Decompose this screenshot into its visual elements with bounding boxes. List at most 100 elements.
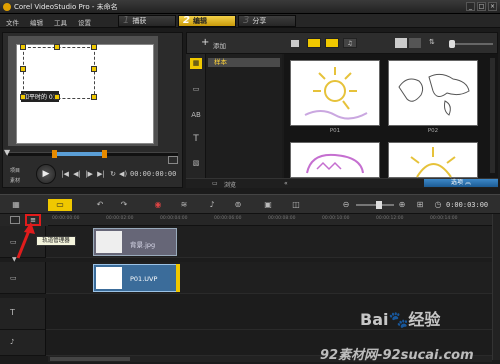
menu-edit[interactable]: 编辑 xyxy=(30,17,43,27)
undo-icon[interactable]: ↶ xyxy=(94,199,106,211)
title-category-icon[interactable]: T xyxy=(190,134,202,145)
redo-icon[interactable]: ↷ xyxy=(118,199,130,211)
video-filter-icon[interactable] xyxy=(307,38,321,48)
volume-icon[interactable]: ◀) xyxy=(118,169,128,179)
library-scrollbar[interactable] xyxy=(490,58,495,173)
preview-scrubber[interactable] xyxy=(6,150,178,158)
tab-capture[interactable]: 1 捕获 xyxy=(118,15,176,27)
thumb-size-slider[interactable] xyxy=(449,43,493,45)
repeat-icon[interactable]: ↻ xyxy=(108,169,118,179)
thumb-caption: P02 xyxy=(427,128,439,134)
home-button[interactable]: |◀ xyxy=(60,169,70,179)
resize-handle[interactable] xyxy=(91,66,97,72)
mark-in-handle[interactable] xyxy=(52,150,57,158)
clip-label: 背景.jpg xyxy=(130,241,156,249)
play-button[interactable]: ▶ xyxy=(36,164,56,184)
image-filter-icon[interactable] xyxy=(325,38,339,48)
collapse-icon[interactable]: « xyxy=(284,180,288,187)
resize-handle[interactable] xyxy=(20,66,26,72)
transport-controls: 项目 素材 ▶ |◀ ◀| |▶ ▶| ↻ ◀) 00:00:00:00 xyxy=(6,164,181,184)
mark-out-handle[interactable] xyxy=(102,150,107,158)
title-track-icon[interactable]: T xyxy=(10,308,15,317)
resize-handle[interactable] xyxy=(20,44,26,50)
zoom-out-icon[interactable]: ⊖ xyxy=(340,199,352,211)
ruler-tick: 00:00:14:00 xyxy=(430,216,458,221)
clock-icon: ◷ xyxy=(434,200,442,209)
folder-item-sample[interactable]: 样本 xyxy=(208,58,280,67)
menu-settings[interactable]: 设置 xyxy=(78,17,91,27)
sort-icon[interactable]: ⇅ xyxy=(429,38,435,46)
menu-tools[interactable]: 工具 xyxy=(54,17,67,27)
menu-file[interactable]: 文件 xyxy=(6,17,19,27)
storyboard-view-icon[interactable]: ▦ xyxy=(10,199,22,211)
world-map-image xyxy=(398,73,470,116)
browse-icon[interactable]: ▭ xyxy=(212,180,218,187)
overlay-track-lane[interactable]: P01.UVP xyxy=(46,262,492,294)
scroll-thumb[interactable] xyxy=(50,357,130,361)
playhead-icon[interactable]: ▼ xyxy=(4,148,10,157)
timeline-zoom-knob[interactable] xyxy=(376,201,382,209)
audio-track-icon[interactable]: ♪ xyxy=(10,338,14,346)
timeline-view-icon[interactable]: ▭ xyxy=(48,199,72,211)
clip-label: P01.UVP xyxy=(130,275,158,283)
sound-mixer-icon[interactable]: ≋ xyxy=(178,199,190,211)
motion-tracking-icon[interactable]: ⊚ xyxy=(232,199,244,211)
resize-handle[interactable] xyxy=(91,94,97,100)
record-capture-icon[interactable]: ◉ xyxy=(152,199,164,211)
zoom-in-icon[interactable]: ⊕ xyxy=(396,199,408,211)
video-clip[interactable]: 背景.jpg xyxy=(93,228,177,256)
add-icon[interactable]: + xyxy=(201,38,209,48)
browse-label[interactable]: 浏览 xyxy=(224,180,236,189)
instant-project-icon[interactable]: ▭ xyxy=(190,84,202,95)
resize-handle[interactable] xyxy=(54,44,60,50)
preview-timecode[interactable]: 00:00:00:00 xyxy=(130,170,176,178)
overlay-title-text[interactable]: 和平时的 01 xyxy=(21,91,59,102)
next-frame-button[interactable]: |▶ xyxy=(84,169,94,179)
resize-handle[interactable] xyxy=(20,94,26,100)
ruler-tick: 00:00:02:00 xyxy=(106,216,134,221)
multi-trim-icon[interactable]: ◫ xyxy=(290,199,302,211)
library-thumb-p01[interactable] xyxy=(290,60,380,126)
end-button[interactable]: ▶| xyxy=(96,169,106,179)
media-category-icon[interactable]: ▦ xyxy=(190,58,202,69)
close-button[interactable]: × xyxy=(488,2,497,11)
video-track-lane[interactable]: 背景.jpg xyxy=(46,226,492,258)
timeline-zoom-slider[interactable] xyxy=(356,204,394,206)
thumb-size-knob[interactable] xyxy=(449,40,455,48)
music-filter-icon[interactable]: ♫ xyxy=(343,38,357,48)
graphic-category-icon[interactable]: ▧ xyxy=(190,158,202,169)
tab-edit[interactable]: 2 编辑 xyxy=(178,15,236,27)
library-thumb-p02[interactable] xyxy=(388,60,478,126)
tab-share[interactable]: 3 分享 xyxy=(238,15,296,27)
ruler-tick: 00:00:08:00 xyxy=(268,216,296,221)
timeline-ruler[interactable]: 00:00:00:00 00:00:02:00 00:00:04:00 00:0… xyxy=(48,214,492,226)
thumbnail-view-icon[interactable] xyxy=(409,38,421,48)
project-mode-label[interactable]: 项目 素材 xyxy=(10,166,20,184)
add-label[interactable]: 添加 xyxy=(213,40,226,50)
library-thumb-4[interactable] xyxy=(388,142,478,178)
transition-category-icon[interactable]: AB xyxy=(190,110,202,121)
auto-music-icon[interactable]: ♪ xyxy=(206,199,218,211)
timeline-vertical-scrollbar[interactable] xyxy=(492,214,500,360)
options-button[interactable]: 选项 ︽ xyxy=(424,179,498,187)
library-thumb-3[interactable] xyxy=(290,142,380,178)
enlarge-preview-icon[interactable] xyxy=(168,156,178,164)
list-view-icon[interactable] xyxy=(395,38,407,48)
prev-frame-button[interactable]: ◀| xyxy=(72,169,82,179)
resize-handle[interactable] xyxy=(54,94,60,100)
overlay-track-icon[interactable]: ▭ xyxy=(10,274,17,282)
overlay-clip-selected[interactable]: P01.UVP xyxy=(93,264,179,292)
menu-bar: 文件 编辑 工具 设置 1 捕获 2 编辑 3 分享 xyxy=(0,14,500,28)
library-toolbar: + 添加 ♫ ⇅ xyxy=(186,32,498,54)
library-thumbnail-grid: P01 P02 xyxy=(284,54,498,178)
fit-project-icon[interactable]: ⊞ xyxy=(414,199,426,211)
resize-handle[interactable] xyxy=(91,44,97,50)
clip-trim-handle[interactable] xyxy=(176,264,180,292)
minimize-button[interactable]: _ xyxy=(466,2,475,11)
ruler-tick: 00:00:06:00 xyxy=(214,216,242,221)
maximize-button[interactable]: □ xyxy=(477,2,486,11)
folder-icon[interactable] xyxy=(291,40,299,47)
preview-canvas[interactable]: 和平时的 01 xyxy=(16,44,154,144)
trim-range[interactable] xyxy=(54,152,104,156)
subtitle-editor-icon[interactable]: ▣ xyxy=(262,199,274,211)
